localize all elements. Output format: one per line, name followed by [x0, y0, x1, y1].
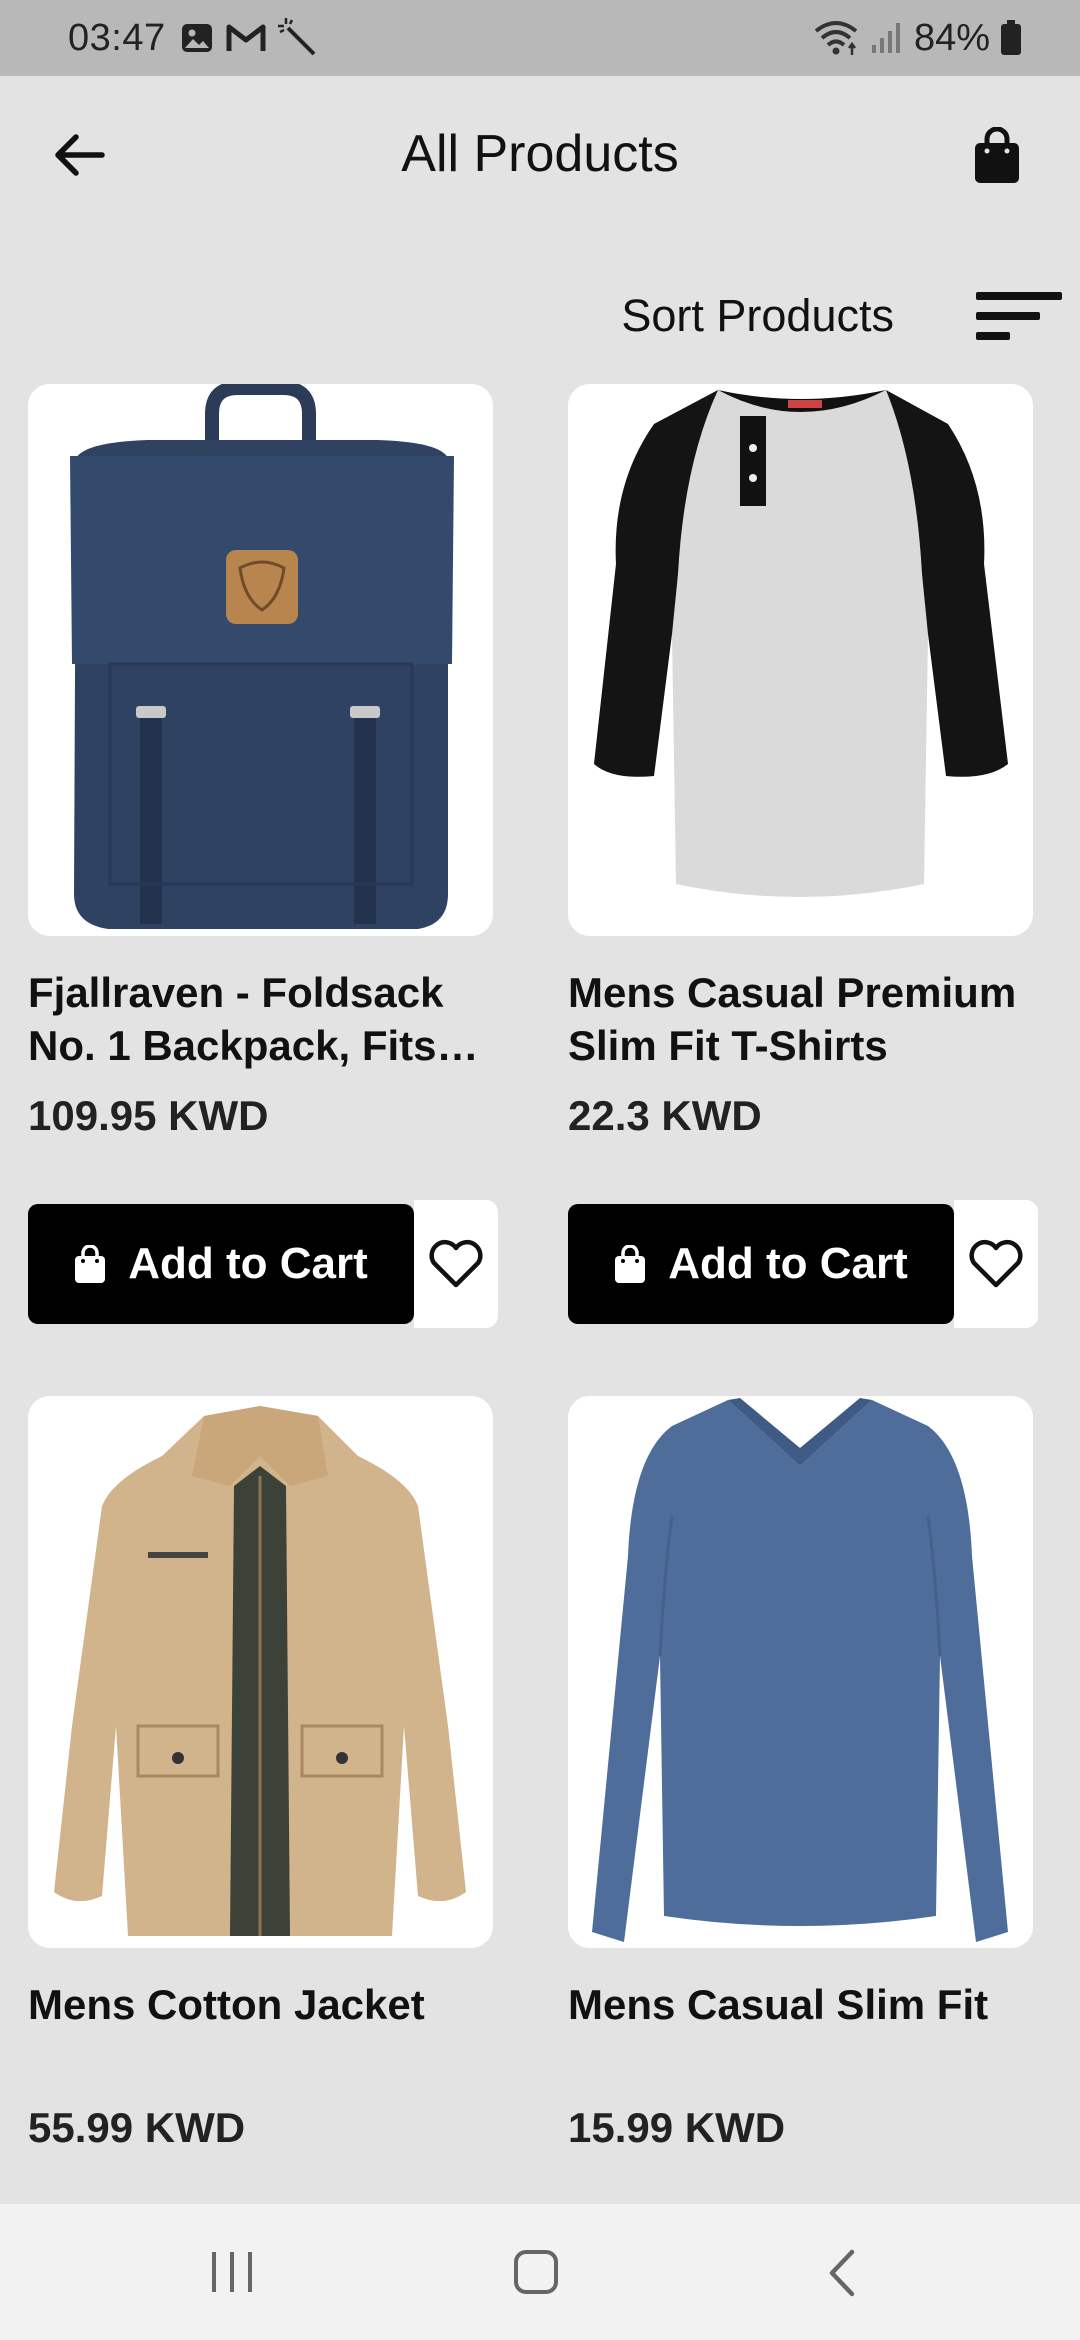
add-to-cart-label: Add to Cart	[128, 1239, 368, 1288]
shopping-bag-icon	[975, 127, 1019, 183]
battery-percent: 84%	[913, 16, 990, 59]
product-price: 22.3 KWD	[568, 1092, 762, 1139]
product-name[interactable]: Mens Casual Slim Fit	[568, 1978, 1033, 2084]
magic-wand-icon	[277, 18, 316, 56]
product-name[interactable]: Fjallraven - Foldsack No. 1 Backpack, Fi…	[28, 966, 493, 1072]
product-image-backpack[interactable]	[28, 384, 493, 936]
gallery-icon	[181, 24, 212, 52]
product-image-jacket[interactable]	[28, 1396, 493, 1948]
product-name[interactable]: Mens Cotton Jacket	[28, 1978, 493, 2084]
status-bar: 03:47 84%	[0, 0, 1080, 76]
status-bar-left: 03:47	[68, 17, 318, 60]
product-actions: Add to Cart	[28, 1200, 498, 1328]
heart-outline-icon	[429, 1239, 483, 1288]
product-image-longsleeve[interactable]	[568, 1396, 1033, 1948]
sort-products-label[interactable]: Sort Products	[621, 290, 894, 342]
tshirt-image	[568, 384, 1033, 936]
product-image-tshirt[interactable]	[568, 384, 1033, 936]
signal-icon	[871, 23, 900, 53]
sort-lines-icon[interactable]	[976, 286, 1066, 348]
product-card[interactable]: Mens Casual Premium Slim Fit T-Shirts 22…	[568, 384, 1038, 1328]
shopping-bag-icon	[75, 1245, 106, 1283]
app-bar: All Products	[0, 76, 1080, 236]
home-icon[interactable]	[514, 2250, 558, 2294]
product-actions: Add to Cart	[568, 1200, 1038, 1328]
add-to-cart-button[interactable]: Add to Cart	[28, 1204, 414, 1324]
product-name[interactable]: Mens Casual Premium Slim Fit T-Shirts	[568, 966, 1033, 1072]
backpack-image	[28, 384, 493, 936]
cart-button[interactable]	[962, 120, 1032, 190]
status-bar-right: 84%	[812, 17, 1022, 60]
longsleeve-image	[568, 1396, 1033, 1948]
product-price: 55.99 KWD	[28, 2104, 246, 2151]
page-title: All Products	[401, 125, 679, 183]
add-to-cart-button[interactable]: Add to Cart	[568, 1204, 954, 1324]
jacket-image	[28, 1396, 493, 1948]
sort-row: Sort Products	[0, 280, 1080, 360]
recents-icon[interactable]	[212, 2252, 256, 2292]
product-card[interactable]: Mens Casual Slim Fit 15.99 KWD	[568, 1396, 1033, 2152]
wifi-icon	[814, 21, 858, 55]
notification-icons	[180, 18, 318, 58]
add-to-cart-label: Add to Cart	[668, 1239, 908, 1288]
product-card[interactable]: Fjallraven - Foldsack No. 1 Backpack, Fi…	[28, 384, 498, 1328]
product-card[interactable]: Mens Cotton Jacket 55.99 KWD	[28, 1396, 493, 2152]
battery-icon	[1001, 20, 1021, 55]
product-price: 109.95 KWD	[28, 1092, 269, 1139]
system-nav-bar	[0, 2204, 1080, 2340]
back-icon[interactable]	[822, 2248, 862, 2298]
gmail-icon	[226, 24, 266, 51]
favorite-button[interactable]	[954, 1200, 1038, 1328]
shopping-bag-icon	[615, 1245, 646, 1283]
favorite-button[interactable]	[414, 1200, 498, 1328]
status-time: 03:47	[68, 16, 166, 59]
heart-outline-icon	[969, 1239, 1023, 1288]
product-price: 15.99 KWD	[568, 2104, 786, 2151]
